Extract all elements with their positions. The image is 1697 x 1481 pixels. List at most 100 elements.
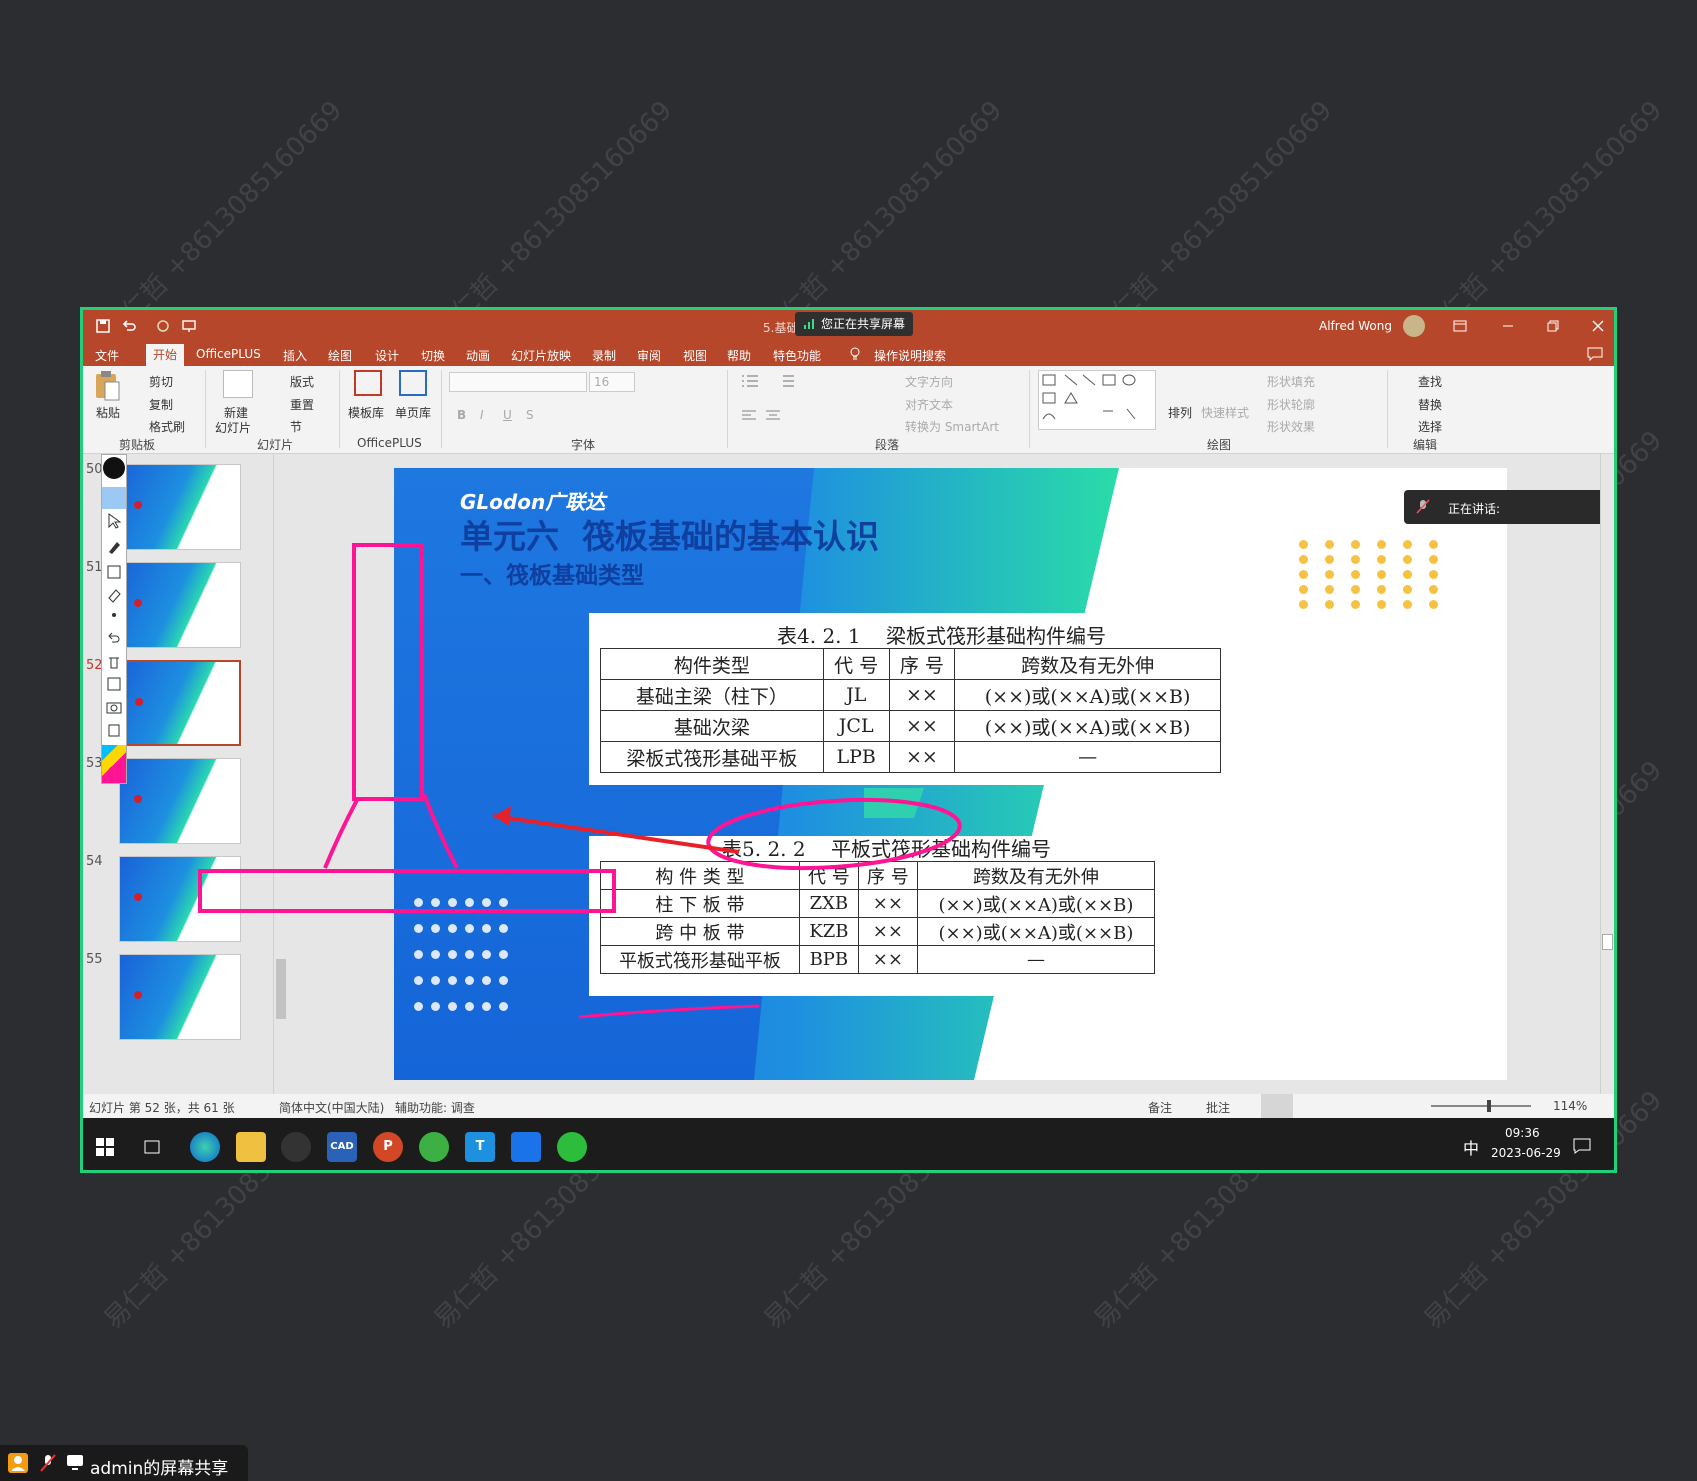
redo-icon[interactable] <box>155 318 171 334</box>
copy-button[interactable]: 复制 <box>149 396 173 413</box>
undo-annotation-icon[interactable] <box>107 631 121 645</box>
marker-icon[interactable] <box>106 539 122 555</box>
reset-button[interactable]: 重置 <box>290 396 314 413</box>
tencent-docs-icon[interactable]: T <box>465 1132 495 1162</box>
screen-share-indicator[interactable]: admin的屏幕共享 <box>0 1445 248 1481</box>
undo-icon[interactable] <box>121 318 137 334</box>
camera-icon[interactable] <box>106 700 122 714</box>
eye-tool[interactable] <box>102 487 126 509</box>
eraser-icon[interactable] <box>106 587 122 603</box>
tab-slideshow[interactable]: 幻灯片放映 <box>511 347 571 364</box>
file-explorer-icon[interactable] <box>236 1132 266 1162</box>
slide-thumbnail[interactable] <box>119 954 241 1040</box>
numbering-icon[interactable] <box>777 374 795 388</box>
thumbnail-scrollbar[interactable] <box>273 454 287 1094</box>
template-library-button[interactable] <box>354 370 382 396</box>
shapes-gallery[interactable] <box>1038 370 1156 430</box>
align-center-icon[interactable] <box>765 410 781 422</box>
convert-smartart-button[interactable]: 转换为 SmartArt <box>905 418 999 435</box>
shape-outline-button[interactable]: 形状轮廓 <box>1267 396 1315 413</box>
wechat-icon[interactable] <box>557 1132 587 1162</box>
notification-icon[interactable] <box>1573 1138 1591 1154</box>
shape-effects-button[interactable]: 形状效果 <box>1267 418 1315 435</box>
shadow-button[interactable]: S <box>526 408 534 422</box>
tab-view[interactable]: 视图 <box>683 347 707 364</box>
layout-button[interactable]: 版式 <box>290 373 314 390</box>
color-palette[interactable] <box>102 745 126 783</box>
minimize-icon[interactable] <box>1501 319 1515 333</box>
align-text-button[interactable]: 对齐文本 <box>905 396 953 413</box>
quick-styles-button[interactable]: 快速样式 <box>1201 404 1249 421</box>
shape-fill-button[interactable]: 形状填充 <box>1267 373 1315 390</box>
zoom-slider-thumb[interactable] <box>1487 1100 1491 1112</box>
dot-tool[interactable] <box>112 613 116 617</box>
slide-thumbnail[interactable] <box>119 856 241 942</box>
notes-button[interactable]: 备注 <box>1148 1099 1172 1116</box>
powerpoint-icon[interactable]: P <box>373 1132 403 1162</box>
windows-start-icon[interactable] <box>96 1138 114 1156</box>
comment-icon[interactable] <box>1587 347 1603 361</box>
clock-date[interactable]: 2023-06-29 <box>1491 1146 1561 1160</box>
underline-button[interactable]: U <box>503 408 512 422</box>
align-left-icon[interactable] <box>741 410 757 422</box>
find-button[interactable]: 查找 <box>1418 373 1442 390</box>
text-direction-button[interactable]: 文字方向 <box>905 373 953 390</box>
normal-view-button[interactable] <box>1261 1094 1293 1118</box>
slide-scroll-thumb[interactable] <box>1602 934 1613 950</box>
tab-review[interactable]: 审阅 <box>637 347 661 364</box>
cad-icon[interactable]: CAD <box>327 1132 357 1162</box>
clipboard-icon[interactable] <box>107 723 121 737</box>
ime-indicator[interactable]: 中 <box>1463 1135 1479 1159</box>
scroll-thumb[interactable] <box>276 959 286 1019</box>
tab-officeplus[interactable]: OfficePLUS <box>196 347 261 361</box>
slide-thumbnail[interactable] <box>119 464 241 550</box>
tab-home[interactable]: 开始 <box>146 344 185 366</box>
font-name-box[interactable] <box>449 372 587 392</box>
edge-icon[interactable] <box>190 1132 220 1162</box>
music-app-icon[interactable] <box>419 1132 449 1162</box>
bullets-icon[interactable] <box>741 374 759 388</box>
tab-transitions[interactable]: 切换 <box>421 347 445 364</box>
meeting-icon[interactable] <box>511 1132 541 1162</box>
slide-counter[interactable]: 幻灯片 第 52 张，共 61 张 <box>89 1099 235 1116</box>
tab-file[interactable]: 文件 <box>95 347 119 364</box>
zoom-slider[interactable] <box>1431 1100 1531 1112</box>
format-painter-button[interactable]: 格式刷 <box>149 418 185 435</box>
select-button[interactable]: 选择 <box>1418 418 1442 435</box>
font-size-box[interactable]: 16 <box>589 372 635 392</box>
arrange-button[interactable]: 排列 <box>1168 404 1192 421</box>
ribbon-display-icon[interactable] <box>1453 319 1467 333</box>
tab-features[interactable]: 特色功能 <box>773 347 821 364</box>
sharing-banner[interactable]: 您正在共享屏幕 <box>795 312 914 336</box>
clock-time[interactable]: 09:36 <box>1505 1126 1540 1140</box>
section-button[interactable]: 节 <box>290 418 302 435</box>
paste-button[interactable] <box>93 370 121 402</box>
italic-button[interactable]: I <box>480 408 484 422</box>
slide-scrollbar[interactable] <box>1600 454 1614 1094</box>
cursor-icon[interactable] <box>107 513 121 529</box>
restore-icon[interactable] <box>1546 319 1560 333</box>
tab-insert[interactable]: 插入 <box>283 347 307 364</box>
replace-button[interactable]: 替换 <box>1418 396 1442 413</box>
tab-record[interactable]: 录制 <box>592 347 616 364</box>
slide[interactable]: GLodon广联达 单元六 筏板基础的基本认识 一、筏板基础类型 表4. 2. … <box>394 468 1507 1080</box>
tab-help[interactable]: 帮助 <box>727 347 751 364</box>
task-view-icon[interactable] <box>143 1138 161 1156</box>
tell-me-search[interactable]: 操作说明搜索 <box>874 347 946 364</box>
pen-tool-logo[interactable] <box>103 457 125 479</box>
save-annotation-icon[interactable] <box>107 677 121 691</box>
new-slide-button[interactable] <box>223 370 253 398</box>
slide-thumbnail[interactable] <box>119 562 241 648</box>
zoom-level[interactable]: 114% <box>1553 1099 1587 1113</box>
present-icon[interactable] <box>181 318 197 334</box>
user-name[interactable]: Alfred Wong <box>1319 319 1392 333</box>
slide-thumbnail[interactable] <box>119 758 241 844</box>
comments-button[interactable]: 批注 <box>1206 1099 1230 1116</box>
pen-app-icon[interactable] <box>281 1132 311 1162</box>
close-icon[interactable] <box>1591 319 1605 333</box>
avatar[interactable] <box>1403 315 1425 337</box>
bold-button[interactable]: B <box>457 408 466 422</box>
accessibility-indicator[interactable]: 辅助功能: 调查 <box>395 1099 475 1116</box>
save-icon[interactable] <box>95 318 111 334</box>
language-indicator[interactable]: 简体中文(中国大陆) <box>279 1099 384 1116</box>
